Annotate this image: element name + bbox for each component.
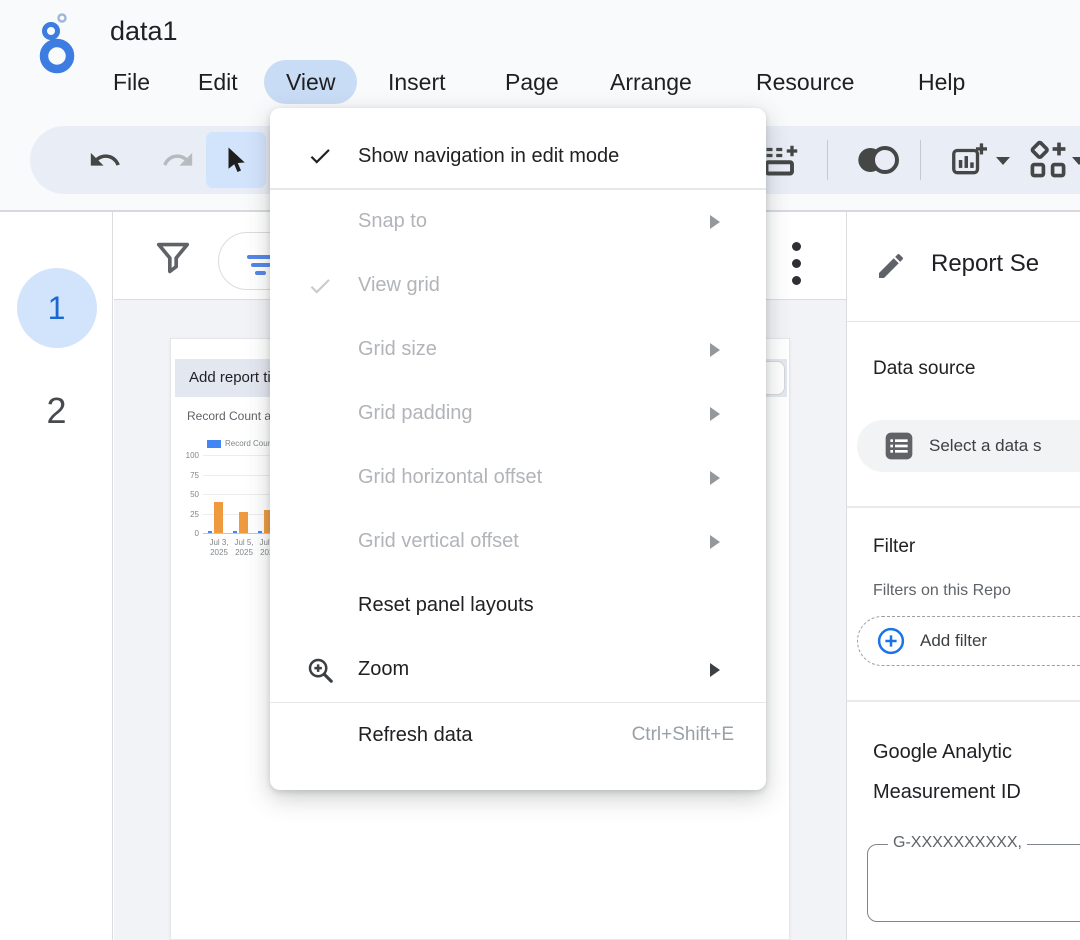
blend-data-button[interactable]	[852, 142, 902, 178]
toolbar-divider	[827, 140, 828, 180]
more-options-button[interactable]	[792, 242, 802, 293]
menu-item-snap-to: Snap to	[270, 190, 766, 254]
submenu-arrow-icon	[710, 215, 720, 229]
ga-measurement-heading: Google Analytic Measurement ID	[873, 732, 1021, 812]
menu-item-shortcut: Ctrl+Shift+E	[632, 724, 734, 746]
submenu-arrow-icon	[710, 407, 720, 421]
menu-item-grid-size: Grid size	[270, 318, 766, 382]
menu-item-label: Refresh data	[358, 724, 473, 747]
ga-measurement-id-field[interactable]: G-XXXXXXXXXX,	[867, 844, 1080, 922]
filter-funnel-icon[interactable]	[154, 239, 192, 277]
menu-edit[interactable]: Edit	[198, 60, 238, 104]
menu-item-label: Snap to	[358, 210, 427, 233]
y-axis-tick-label: 0	[171, 529, 199, 538]
submenu-arrow-icon	[710, 663, 720, 677]
menu-item-label: Grid vertical offset	[358, 530, 519, 553]
ga-field-label: G-XXXXXXXXXX,	[888, 834, 1027, 852]
select-data-source-label: Select a data s	[929, 436, 1041, 456]
menu-item-label: View grid	[358, 274, 440, 297]
chart-bar	[258, 531, 262, 533]
submenu-arrow-icon	[710, 535, 720, 549]
menu-item-label: Grid horizontal offset	[358, 466, 542, 489]
add-filter-button[interactable]: Add filter	[857, 616, 1080, 666]
checkmark-icon	[298, 273, 342, 299]
view-dropdown-menu: Show navigation in edit mode Snap to View …	[270, 108, 766, 790]
plus-circle-icon	[876, 626, 906, 656]
menu-item-grid-padding: Grid padding	[270, 382, 766, 446]
add-control-button[interactable]	[1024, 142, 1072, 178]
checkmark-icon	[298, 143, 342, 169]
chart-bar	[214, 502, 223, 533]
menu-item-label: Reset panel layouts	[358, 594, 534, 617]
document-title[interactable]: data1	[110, 16, 178, 47]
zoom-in-icon	[298, 655, 342, 685]
menu-item-show-navigation-in-edit-mode[interactable]: Show navigation in edit mode	[270, 124, 766, 188]
menu-insert[interactable]: Insert	[388, 60, 446, 104]
panel-header: Report Se	[847, 212, 1080, 322]
menu-page[interactable]: Page	[505, 60, 559, 104]
y-axis-tick-label: 50	[171, 490, 199, 499]
submenu-arrow-icon	[710, 343, 720, 357]
chart-bar	[233, 531, 237, 533]
submenu-arrow-icon	[710, 471, 720, 485]
toolbar-divider	[920, 140, 921, 180]
filter-subheading: Filters on this Repo	[873, 582, 1011, 600]
filter-lines-icon	[251, 263, 271, 267]
data-source-icon	[883, 430, 915, 462]
chart-bar	[208, 531, 212, 533]
redo-button[interactable]	[160, 142, 196, 178]
y-axis-tick-label: 75	[171, 471, 199, 480]
chart-bar	[239, 512, 248, 533]
page-thumbnail-1[interactable]: 1	[0, 268, 113, 348]
legend-item: Record Count	[207, 439, 274, 448]
menu-item-label: Show navigation in edit mode	[358, 145, 619, 168]
menu-help[interactable]: Help	[918, 60, 965, 104]
section-divider	[847, 506, 1080, 508]
menu-item-reset-panel-layouts[interactable]: Reset panel layouts	[270, 574, 766, 638]
add-data-button[interactable]	[762, 142, 798, 178]
page-thumbnail-2[interactable]: 2	[0, 390, 113, 432]
menu-item-zoom[interactable]: Zoom	[270, 638, 766, 702]
add-control-dropdown-caret[interactable]	[1072, 157, 1080, 165]
y-axis-tick-label: 25	[171, 510, 199, 519]
menu-view[interactable]: View	[264, 60, 357, 104]
section-divider	[847, 700, 1080, 702]
menu-arrange[interactable]: Arrange	[610, 60, 692, 104]
menu-item-label: Grid size	[358, 338, 437, 361]
add-filter-label: Add filter	[920, 631, 987, 651]
menu-item-grid-horizontal-offset: Grid horizontal offset	[270, 446, 766, 510]
menu-item-refresh-data[interactable]: Refresh data Ctrl+Shift+E	[270, 703, 766, 767]
undo-button[interactable]	[87, 142, 123, 178]
menu-item-view-grid: View grid	[270, 254, 766, 318]
add-chart-dropdown-caret[interactable]	[996, 157, 1010, 165]
menubar: File Edit View Insert Page Arrange Resource Hel…	[0, 60, 1080, 106]
legend-label: Record Count	[225, 439, 274, 448]
select-tool-button[interactable]	[206, 132, 266, 188]
legend-swatch	[207, 440, 221, 448]
page-navigation: 12	[0, 212, 113, 940]
data-source-heading: Data source	[873, 358, 975, 380]
panel-title: Report Se	[931, 250, 1039, 278]
menu-item-label: Grid padding	[358, 402, 473, 425]
menu-file[interactable]: File	[113, 60, 150, 104]
report-settings-panel: Report Se Data source Select a data s Fi…	[846, 212, 1080, 940]
menu-item-grid-vertical-offset: Grid vertical offset	[270, 510, 766, 574]
filter-lines-icon	[255, 271, 266, 275]
y-axis-tick-label: 100	[171, 451, 199, 460]
filter-heading: Filter	[873, 536, 915, 558]
menu-item-label: Zoom	[358, 658, 409, 681]
edit-pencil-icon	[875, 250, 907, 282]
add-chart-button[interactable]	[948, 142, 988, 178]
select-data-source-button[interactable]: Select a data s	[857, 420, 1080, 472]
menu-resource[interactable]: Resource	[756, 60, 854, 104]
